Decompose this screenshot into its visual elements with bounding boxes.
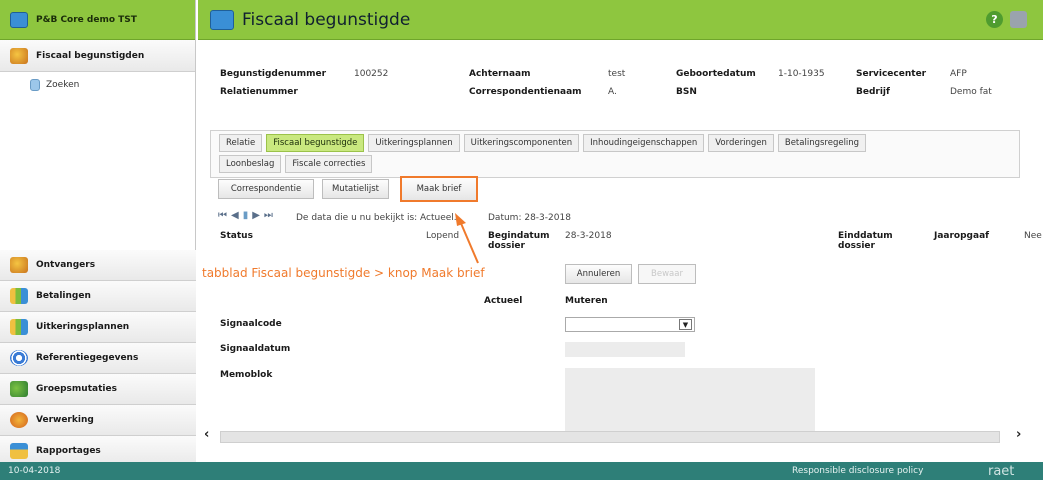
sidebar-item-uitkeringsplannen[interactable]: Uitkeringsplannen xyxy=(0,312,196,343)
servicecenter-value: AFP xyxy=(950,69,967,79)
sidebar-item-label: Verwerking xyxy=(36,415,94,425)
sidebar-item-label: Ontvangers xyxy=(36,260,96,270)
annuleren-button[interactable]: Annuleren xyxy=(565,264,632,284)
page-icon[interactable]: ▮ xyxy=(243,210,249,221)
signaaldatum-field[interactable] xyxy=(565,342,685,357)
sidebar-item-label: Groepsmutaties xyxy=(36,384,117,394)
chart-icon xyxy=(10,288,28,304)
tab-betalingsregeling[interactable]: Betalingsregeling xyxy=(777,134,867,152)
signaaldatum-label: Signaaldatum xyxy=(220,344,291,354)
folder-icon xyxy=(10,11,28,28)
chart-icon xyxy=(10,319,28,335)
actueel-header: Actueel xyxy=(484,296,523,306)
bsn-label: BSN xyxy=(676,87,697,97)
print-icon[interactable] xyxy=(1010,11,1027,28)
tab-relatie[interactable]: Relatie xyxy=(219,134,263,152)
muteren-header: Muteren xyxy=(565,296,608,306)
annotation-text: tabblad Fiscaal begunstigde > knop Maak … xyxy=(202,266,485,280)
tab-fiscale-correcties[interactable]: Fiscale correcties xyxy=(285,155,373,173)
begunstigdenummer-value: 100252 xyxy=(354,69,389,79)
sidebar-item-betalingen[interactable]: Betalingen xyxy=(0,281,196,312)
chevron-down-icon[interactable]: ▼ xyxy=(679,319,692,330)
begindatum-value: 28-3-2018 xyxy=(565,231,612,241)
sidebar-item-referentiegegevens[interactable]: Referentiegegevens xyxy=(0,343,196,374)
help-icon[interactable]: ? xyxy=(986,11,1003,28)
bedrijf-value: Demo fat xyxy=(950,87,992,97)
sidebar-item-label: Fiscaal begunstigden xyxy=(36,50,145,61)
tab-bar: Relatie Fiscaal begunstigde Uitkeringspl… xyxy=(210,130,1020,178)
sidebar-item-label: Uitkeringsplannen xyxy=(36,322,130,332)
disclosure-link[interactable]: Responsible disclosure policy xyxy=(792,466,923,476)
app-label: P&B Core demo TST xyxy=(36,14,137,25)
sidebar-item-groepsmutaties[interactable]: Groepsmutaties xyxy=(0,374,196,405)
correspondentienaam-label: Correspondentienaam xyxy=(469,87,582,97)
annotation-arrow xyxy=(455,213,479,264)
sidebar-item-label: Referentiegegevens xyxy=(36,353,139,363)
correspondentienaam-value: A. xyxy=(608,87,617,97)
achternaam-value: test xyxy=(608,69,626,79)
users-icon xyxy=(10,47,28,64)
previous-record-icon[interactable]: ◀ xyxy=(231,210,239,221)
tab-inhoudingeigenschappen[interactable]: Inhoudingeigenschappen xyxy=(583,134,705,152)
record-navigation: ⏮ ◀ ▮ ▶ ⏭ xyxy=(218,210,273,221)
page-header: Fiscaal begunstigde ? xyxy=(198,0,1043,40)
next-record-icon[interactable]: ▶ xyxy=(252,210,260,221)
achternaam-label: Achternaam xyxy=(469,69,531,79)
status-date: 10-04-2018 xyxy=(8,466,61,476)
last-record-icon[interactable]: ⏭ xyxy=(264,210,273,221)
sidebar-item-zoeken[interactable]: Zoeken xyxy=(0,72,195,98)
target-icon xyxy=(10,350,28,366)
bewaar-button[interactable]: Bewaar xyxy=(638,264,696,284)
sidebar-item-fiscaal-begunstigden[interactable]: Fiscaal begunstigden xyxy=(0,40,195,72)
process-icon xyxy=(10,412,28,428)
signaalcode-select[interactable]: ▼ xyxy=(565,317,695,332)
einddatum-label: Einddatum dossier xyxy=(838,231,893,251)
page-icon xyxy=(30,79,40,91)
scroll-right-icon[interactable]: › xyxy=(1016,427,1021,442)
memoblok-textarea[interactable] xyxy=(565,368,815,435)
jaaropgaaf-label: Jaaropgaaf xyxy=(934,231,990,241)
report-icon xyxy=(10,443,28,459)
tab-loonbeslag[interactable]: Loonbeslag xyxy=(219,155,282,173)
status-bar: 10-04-2018 Responsible disclosure policy… xyxy=(0,462,1043,480)
sidebar-item-label: Betalingen xyxy=(36,291,91,301)
memoblok-label: Memoblok xyxy=(220,370,273,380)
datum-text: Datum: 28-3-2018 xyxy=(488,213,571,223)
users-icon xyxy=(10,257,28,273)
bedrijf-label: Bedrijf xyxy=(856,87,890,97)
begunstigdenummer-label: Begunstigdenummer xyxy=(220,69,327,79)
mutatielijst-button[interactable]: Mutatielijst xyxy=(322,179,389,199)
sidebar-sub-label: Zoeken xyxy=(46,80,80,90)
sidebar-item-label: Rapportages xyxy=(36,446,101,456)
horizontal-scrollbar[interactable] xyxy=(220,431,1000,443)
correspondentie-button[interactable]: Correspondentie xyxy=(218,179,314,199)
servicecenter-label: Servicecenter xyxy=(856,69,927,79)
relatienummer-label: Relatienummer xyxy=(220,87,298,97)
jaaropgaaf-value: Nee xyxy=(1024,231,1042,241)
sidebar-item-verwerking[interactable]: Verwerking xyxy=(0,405,196,436)
status-label: Status xyxy=(220,231,253,241)
first-record-icon[interactable]: ⏮ xyxy=(218,210,227,221)
sidebar-item-ontvangers[interactable]: Ontvangers xyxy=(0,250,196,281)
maak-brief-button[interactable]: Maak brief xyxy=(400,176,478,202)
signaalcode-label: Signaalcode xyxy=(220,319,282,329)
raet-logo: raet xyxy=(988,463,1015,479)
geboortedatum-label: Geboortedatum xyxy=(676,69,756,79)
scroll-left-icon[interactable]: ‹ xyxy=(204,427,209,442)
group-icon xyxy=(10,381,28,397)
tab-fiscaal-begunstigde[interactable]: Fiscaal begunstigde xyxy=(266,134,365,152)
page-title: Fiscaal begunstigde xyxy=(242,9,411,30)
sidebar-app-header[interactable]: P&B Core demo TST xyxy=(0,0,195,40)
sidebar-sections: Ontvangers Betalingen Uitkeringsplannen … xyxy=(0,250,196,467)
folder-icon xyxy=(210,9,234,30)
tab-uitkeringscomponenten[interactable]: Uitkeringscomponenten xyxy=(463,134,580,152)
main-content: Begunstigdenummer 100252 Achternaam test… xyxy=(198,41,1043,462)
tab-uitkeringsplannen[interactable]: Uitkeringsplannen xyxy=(368,134,460,152)
tab-vorderingen[interactable]: Vorderingen xyxy=(708,134,774,152)
geboortedatum-value: 1-10-1935 xyxy=(778,69,825,79)
